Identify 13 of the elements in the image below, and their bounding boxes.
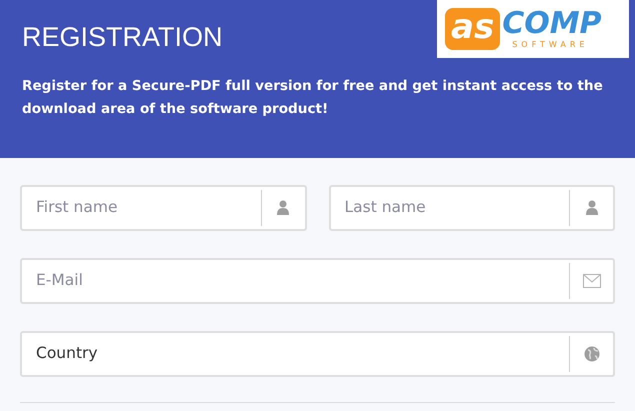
input-field[interactable]: E-Mail: [20, 258, 615, 304]
input-field[interactable]: First name: [20, 185, 306, 231]
logo-name: COMP: [502, 9, 602, 39]
page-title: REGISTRATION: [22, 24, 223, 51]
country-dropdown[interactable]: Country: [20, 331, 615, 377]
logo-mark: as: [445, 8, 500, 50]
logo-tagline: SOFTWARE: [512, 41, 590, 49]
person-icon: [277, 200, 289, 215]
mail-icon: [582, 274, 600, 288]
globe-icon: [584, 346, 599, 362]
person-icon: [586, 200, 598, 215]
input-field[interactable]: Last name: [328, 185, 615, 231]
intro-text: Register for a Secure-PDF full version for free and get instant access to the download area of the software product!: [22, 77, 604, 119]
